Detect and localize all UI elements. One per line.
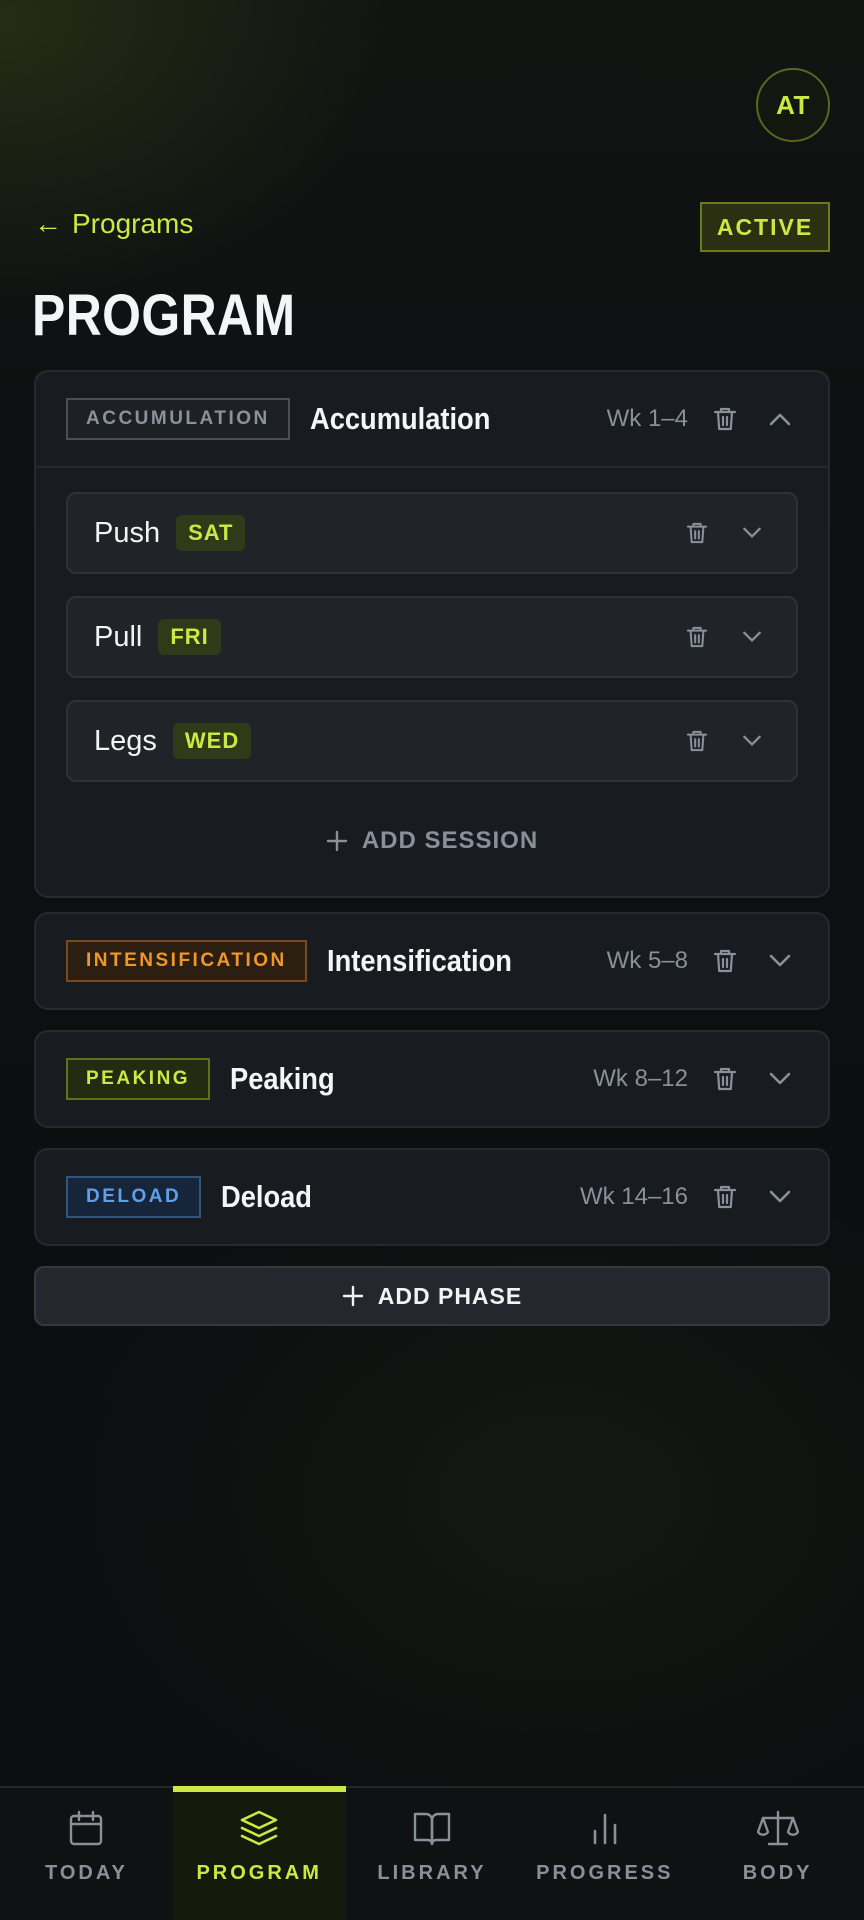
plus-icon [342, 1285, 363, 1307]
expand-chevron-down-icon[interactable] [734, 622, 770, 652]
back-to-programs-link[interactable]: ← Programs [34, 208, 193, 240]
session-row-pull[interactable]: Pull FRI [66, 596, 798, 678]
nav-item-library[interactable]: LIBRARY [346, 1788, 519, 1920]
phase-card-intensification: INTENSIFICATION Intensification Wk 5–8 [34, 912, 830, 1010]
phase-tag: PEAKING [66, 1058, 211, 1100]
book-icon [410, 1806, 454, 1850]
nav-label: PROGRESS [536, 1862, 674, 1884]
phase-weeks: Wk 8–12 [593, 1065, 688, 1092]
nav-label: TODAY [44, 1862, 128, 1884]
expand-chevron-down-icon[interactable] [734, 726, 770, 756]
expand-chevron-down-icon[interactable] [762, 946, 798, 976]
phase-weeks: Wk 5–8 [606, 947, 688, 974]
delete-session-trash-icon[interactable] [682, 518, 712, 548]
add-session-button[interactable]: ADD SESSION [66, 804, 798, 896]
phase-header-intensification[interactable]: INTENSIFICATION Intensification Wk 5–8 [36, 914, 828, 1008]
expand-chevron-down-icon[interactable] [762, 1064, 798, 1094]
session-day-badge: WED [172, 723, 252, 759]
add-session-label: ADD SESSION [361, 827, 539, 854]
nav-item-program[interactable]: PROGRAM [172, 1786, 346, 1920]
layers-icon [237, 1806, 281, 1850]
session-name: Pull [94, 620, 143, 653]
phase-weeks: Wk 14–16 [579, 1183, 688, 1210]
delete-phase-trash-icon[interactable] [710, 946, 740, 976]
add-phase-button[interactable]: ADD PHASE [34, 1266, 830, 1326]
nav-label: PROGRAM [196, 1862, 322, 1884]
phase-tag: ACCUMULATION [66, 398, 290, 440]
delete-session-trash-icon[interactable] [682, 726, 712, 756]
phase-name: Intensification [326, 943, 512, 978]
phase-sessions: Push SAT Pull FRI Legs WED ADD SESSION [36, 466, 828, 896]
delete-phase-trash-icon[interactable] [710, 404, 740, 434]
back-arrow-icon: ← [34, 208, 62, 239]
nav-item-body[interactable]: BODY [691, 1788, 864, 1920]
calendar-icon [64, 1806, 108, 1850]
phase-name: Deload [221, 1179, 313, 1214]
bottom-nav: TODAY PROGRAM LIBRARY PROGRESS BODY [0, 1786, 864, 1920]
phase-card-deload: DELOAD Deload Wk 14–16 [34, 1148, 830, 1246]
add-phase-label: ADD PHASE [377, 1282, 523, 1309]
status-badge: ACTIVE [700, 202, 830, 252]
plus-icon [326, 830, 348, 852]
expand-chevron-down-icon[interactable] [734, 518, 770, 548]
user-avatar[interactable]: AT [756, 68, 830, 142]
phase-name: Accumulation [309, 401, 491, 436]
back-link-label: Programs [72, 208, 194, 239]
session-name: Legs [94, 724, 157, 757]
status-badge-label: ACTIVE [716, 213, 814, 240]
delete-phase-trash-icon[interactable] [710, 1064, 740, 1094]
phase-weeks: Wk 1–4 [606, 405, 688, 432]
phase-header-deload[interactable]: DELOAD Deload Wk 14–16 [36, 1150, 828, 1244]
bar-chart-icon [583, 1806, 627, 1850]
nav-item-today[interactable]: TODAY [0, 1788, 173, 1920]
nav-label: BODY [742, 1862, 813, 1884]
expand-chevron-down-icon[interactable] [762, 1182, 798, 1212]
phase-tag: INTENSIFICATION [66, 940, 307, 982]
phase-name: Peaking [230, 1061, 335, 1096]
page-title: PROGRAM [32, 283, 296, 348]
session-name: Push [94, 516, 161, 549]
collapse-chevron-up-icon[interactable] [762, 404, 798, 434]
session-day-badge: SAT [176, 515, 246, 551]
phase-header-peaking[interactable]: PEAKING Peaking Wk 8–12 [36, 1032, 828, 1126]
delete-phase-trash-icon[interactable] [710, 1182, 740, 1212]
avatar-initials: AT [776, 89, 810, 120]
phase-card-accumulation: ACCUMULATION Accumulation Wk 1–4 Push SA… [34, 370, 830, 898]
phase-tag: DELOAD [66, 1176, 202, 1218]
nav-item-progress[interactable]: PROGRESS [518, 1788, 691, 1920]
nav-label: LIBRARY [377, 1862, 487, 1884]
phase-header-accumulation[interactable]: ACCUMULATION Accumulation Wk 1–4 [36, 372, 828, 466]
delete-session-trash-icon[interactable] [682, 622, 712, 652]
scale-icon [756, 1806, 800, 1850]
session-day-badge: FRI [158, 619, 221, 655]
session-row-legs[interactable]: Legs WED [66, 700, 798, 782]
session-row-push[interactable]: Push SAT [66, 492, 798, 574]
phase-card-peaking: PEAKING Peaking Wk 8–12 [34, 1030, 830, 1128]
